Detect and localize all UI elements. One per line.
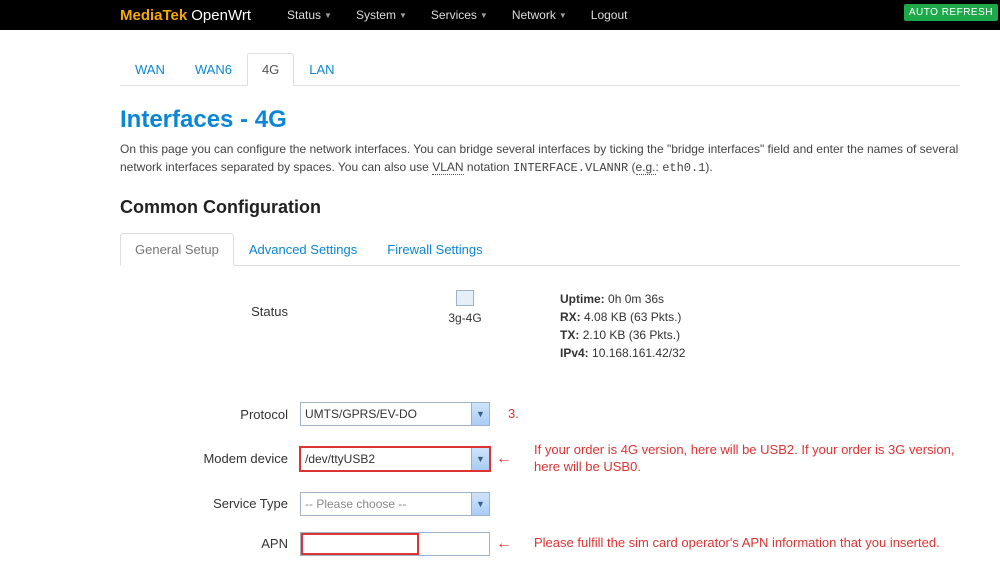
page-title: Interfaces - 4G — [120, 106, 960, 134]
auto-refresh-button[interactable]: AUTO REFRESH — [904, 4, 998, 21]
nav-network[interactable]: Network▼ — [500, 8, 579, 22]
brand-suffix: OpenWrt — [191, 7, 251, 24]
tab-wan[interactable]: WAN — [120, 53, 180, 86]
nav-status[interactable]: Status▼ — [275, 8, 344, 22]
tab-lan[interactable]: LAN — [294, 53, 349, 86]
tab-advanced-settings[interactable]: Advanced Settings — [234, 233, 372, 266]
brand-prefix: MediaTek — [120, 7, 187, 24]
annotation-step: 3. — [508, 406, 519, 423]
annotation-modem: If your order is 4G version, here will b… — [534, 442, 960, 476]
tab-general-setup[interactable]: General Setup — [120, 233, 234, 266]
modem-label: Modem device — [120, 451, 300, 466]
nav-system[interactable]: System▼ — [344, 8, 419, 22]
apn-label: APN — [120, 536, 300, 551]
arrow-left-icon: ← — [496, 450, 512, 468]
tab-firewall-settings[interactable]: Firewall Settings — [372, 233, 497, 266]
top-navbar: MediaTek OpenWrt Status▼ System▼ Service… — [0, 0, 1000, 30]
status-label: Status — [120, 290, 300, 319]
interface-badge: 3g-4G — [430, 290, 500, 325]
protocol-label: Protocol — [120, 407, 300, 422]
annotation-apn: Please fulfill the sim card operator's A… — [534, 535, 940, 552]
arrow-left-icon: ← — [496, 535, 512, 553]
service-type-select[interactable]: -- Please choose -- — [300, 492, 490, 516]
service-type-label: Service Type — [120, 496, 300, 511]
interface-icon — [456, 290, 474, 306]
interface-tabs: WAN WAN6 4G LAN — [120, 52, 960, 86]
interface-name: 3g-4G — [430, 311, 500, 325]
modem-device-select[interactable]: /dev/ttyUSB2 — [300, 447, 490, 471]
nav-logout[interactable]: Logout — [579, 8, 640, 22]
tab-wan6[interactable]: WAN6 — [180, 53, 247, 86]
config-tabs: General Setup Advanced Settings Firewall… — [120, 232, 960, 266]
nav-services[interactable]: Services▼ — [419, 8, 500, 22]
section-heading: Common Configuration — [120, 197, 960, 218]
protocol-select[interactable]: UMTS/GPRS/EV-DO — [300, 402, 490, 426]
status-values: Uptime: 0h 0m 36s RX: 4.08 KB (63 Pkts.)… — [560, 290, 685, 362]
annotation-highlight-box — [301, 533, 419, 555]
tab-4g[interactable]: 4G — [247, 53, 294, 86]
page-desc: On this page you can configure the netwo… — [120, 140, 960, 177]
